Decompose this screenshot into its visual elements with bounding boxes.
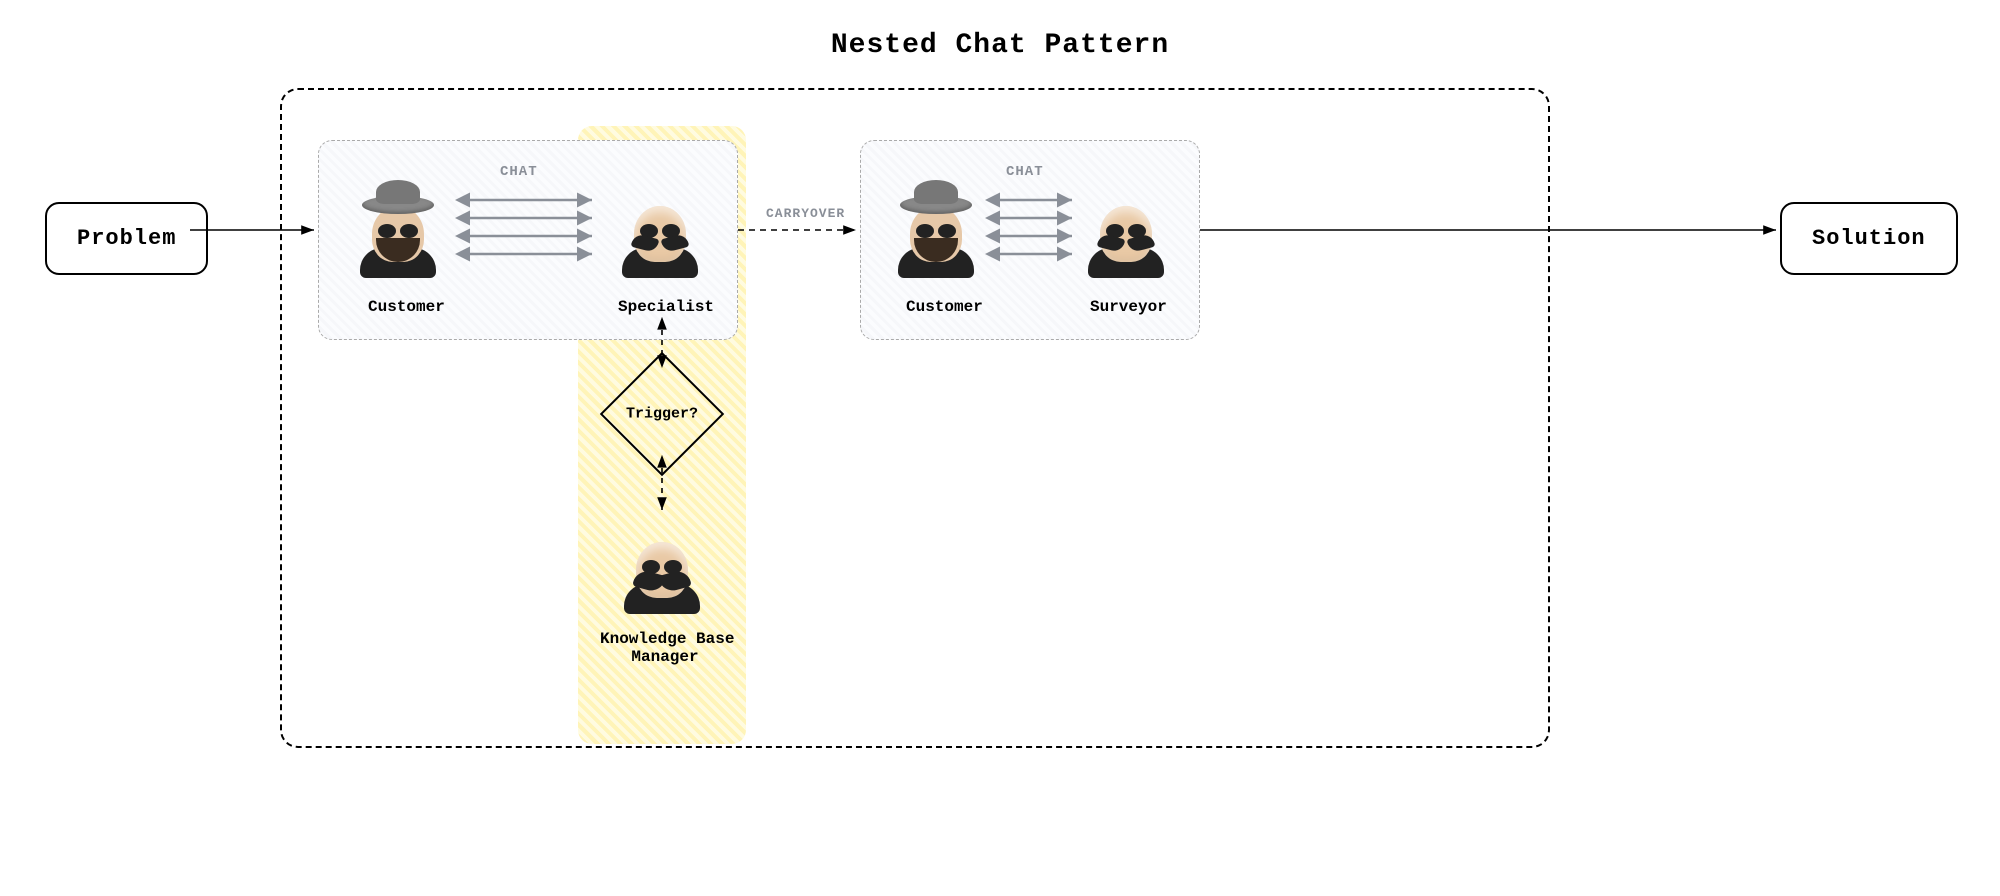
kb-manager-label: Knowledge Base Manager (600, 630, 730, 666)
trigger-label: Trigger? (626, 406, 698, 423)
kb-manager-avatar (612, 512, 712, 612)
carryover-label: CARRYOVER (766, 206, 845, 221)
connector-arrows (0, 0, 2000, 896)
